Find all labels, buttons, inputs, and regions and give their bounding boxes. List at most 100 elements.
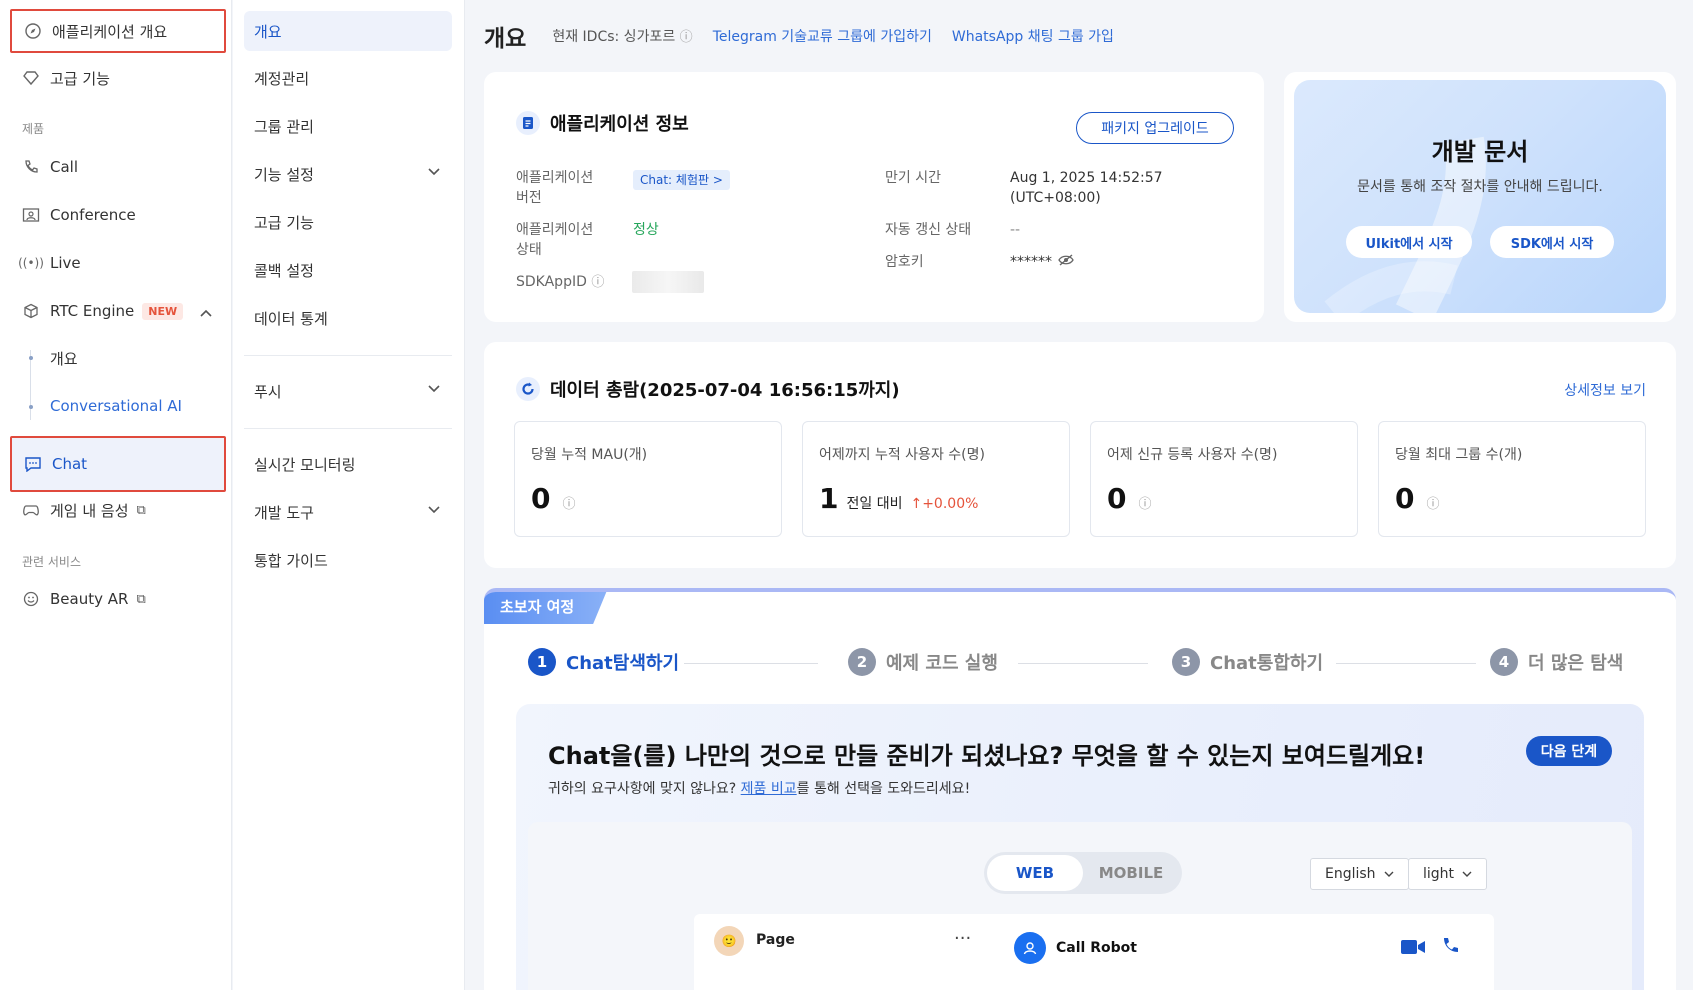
autorenew-label: 자동 갱신 상태 (885, 222, 972, 238)
stat-label: 당월 최대 그룹 수(개) (1395, 447, 1523, 463)
nav-item-feature-settings[interactable]: 기능 설정 (244, 154, 452, 194)
broadcast-icon: ((•)) (18, 256, 44, 270)
smile-icon (22, 590, 40, 608)
sidebar-item-beauty-ar[interactable]: Beauty AR ⧉ (10, 577, 226, 621)
sidebar-item-label: Chat (52, 455, 88, 473)
cube-icon (22, 302, 40, 320)
label-line: 버전 (516, 190, 542, 206)
whatsapp-link[interactable]: WhatsApp 채팅 그룹 가입 (952, 26, 1114, 46)
key-label: 암호키 (885, 254, 924, 270)
nav-item-callback[interactable]: 콜백 설정 (244, 250, 452, 290)
edition-badge[interactable]: Chat: 체험판 > (633, 170, 730, 190)
compare-products-link[interactable]: 제품 비교 (741, 781, 797, 797)
step-integrate-chat[interactable]: 3 Chat통합하기 (1172, 648, 1323, 676)
version-value[interactable]: Chat: 체험판 > (633, 170, 730, 190)
autorenew-value: -- (1010, 222, 1021, 238)
compare-label: 전일 대비 (846, 496, 903, 512)
step-explore-chat[interactable]: 1 Chat탐색하기 (528, 648, 679, 676)
stat-value: 0 (531, 482, 551, 515)
info-icon[interactable]: ⓘ (562, 493, 575, 512)
info-icon[interactable]: ⓘ (680, 30, 693, 45)
stat-value-row: 0 ⓘ (531, 482, 576, 515)
info-icon[interactable]: ⓘ (591, 275, 604, 290)
select-value: English (1325, 866, 1376, 882)
step-explore-more[interactable]: 4 더 많은 탐색 (1490, 648, 1623, 676)
nav-item-groups[interactable]: 그룹 관리 (244, 106, 452, 146)
label-line: 상태 (516, 242, 542, 258)
nav-item-advanced[interactable]: 고급 기능 (244, 202, 452, 242)
chevron-down-icon (428, 382, 440, 396)
voice-call-icon[interactable] (1440, 936, 1460, 960)
stat-value-row: 0 ⓘ (1107, 482, 1152, 515)
video-call-icon[interactable] (1400, 938, 1426, 960)
nav-item-label: 푸시 (254, 382, 282, 401)
sidebar-item-app-overview[interactable]: 애플리케이션 개요 (10, 9, 226, 53)
step-run-sample[interactable]: 2 예제 코드 실행 (848, 648, 998, 676)
chat-peer-name: Call Robot (1056, 940, 1137, 956)
step-number: 4 (1490, 648, 1518, 676)
sidebar-item-chat[interactable]: Chat (10, 436, 226, 492)
sidebar-item-rtc-engine[interactable]: RTC Engine NEW (10, 289, 226, 333)
sidebar-item-call[interactable]: Call (10, 145, 226, 189)
diamond-icon (22, 69, 40, 87)
chevron-down-icon (1384, 866, 1394, 882)
telegram-link[interactable]: Telegram 기술교류 그룹에 가입하기 (713, 26, 932, 46)
sidebar-subitem-conversational-ai[interactable]: Conversational AI (50, 397, 182, 415)
section-label-products: 제품 (22, 122, 45, 136)
sidebar-item-label: Beauty AR (50, 590, 129, 608)
view-details-link[interactable]: 상세정보 보기 (1564, 380, 1646, 400)
more-options-icon[interactable]: ··· (954, 928, 971, 949)
nav-item-monitoring[interactable]: 실시간 모니터링 (244, 444, 452, 484)
current-idc: 현재 IDCs: 싱가포르 ⓘ (552, 26, 692, 46)
stat-mau: 당월 누적 MAU(개) 0 ⓘ (514, 421, 782, 537)
nav-item-dev-tools[interactable]: 개발 도구 (244, 492, 452, 532)
decor-shape (1324, 136, 1486, 313)
platform-mobile-tab[interactable]: MOBILE (1083, 855, 1179, 891)
conversation-name: Page (756, 932, 795, 948)
sidebar-subitem-overview[interactable]: 개요 (50, 348, 78, 369)
chevron-up-icon[interactable] (200, 303, 212, 321)
expire-value: Aug 1, 2025 14:52:57 (UTC+08:00) (1010, 168, 1163, 208)
bullet-icon (29, 356, 33, 360)
step-label: 더 많은 탐색 (1528, 653, 1624, 674)
sidebar-item-label: Conference (50, 206, 136, 224)
sidebar-item-game-voice[interactable]: 게임 내 음성 ⧉ (10, 488, 226, 532)
key-masked: ****** (1010, 254, 1052, 270)
card-title-text: 데이터 총람(2025-07-04 16:56:15까지) (550, 380, 900, 401)
secondary-nav: 개요 계정관리 그룹 관리 기능 설정 고급 기능 콜백 설정 데이터 통계 푸… (233, 0, 465, 990)
chevron-down-icon (1462, 866, 1472, 882)
page-header: 개요 현재 IDCs: 싱가포르 ⓘ Telegram 기술교류 그룹에 가입하… (484, 18, 1114, 54)
chat-preview-window: 🙂 Page ··· Call Robot (694, 914, 1494, 990)
docs-subtitle: 문서를 통해 조작 절차를 안내해 드립니다. (1357, 179, 1603, 195)
nav-item-statistics[interactable]: 데이터 통계 (244, 298, 452, 338)
demo-preview: WEB MOBILE English light 🙂 Page ··· Call… (528, 822, 1632, 990)
step-connector (684, 663, 818, 664)
divider (244, 428, 452, 429)
divider (244, 355, 452, 356)
platform-web-tab[interactable]: WEB (987, 855, 1083, 891)
info-icon[interactable]: ⓘ (1426, 493, 1439, 512)
beginner-journey-card: 초보자 여정 1 Chat탐색하기 2 예제 코드 실행 3 Chat통합하기 4 더 … (484, 588, 1676, 990)
sidebar-item-conference[interactable]: Conference (10, 193, 226, 237)
start-sdk-button[interactable]: SDK에서 시작 (1490, 226, 1614, 258)
nav-item-overview[interactable]: 개요 (244, 11, 452, 51)
info-icon[interactable]: ⓘ (1138, 493, 1151, 512)
next-step-button[interactable]: 다음 단계 (1526, 736, 1612, 766)
sidebar-item-advanced[interactable]: 고급 기능 (10, 56, 226, 100)
language-select[interactable]: English (1310, 858, 1409, 890)
nav-item-accounts[interactable]: 계정관리 (244, 58, 452, 98)
nav-item-integration-guide[interactable]: 통합 가이드 (244, 540, 452, 580)
stat-value: 0 (1395, 482, 1415, 515)
step-connector (1018, 663, 1148, 664)
theme-select[interactable]: light (1408, 858, 1488, 890)
sidebar-item-label: 애플리케이션 개요 (52, 22, 168, 41)
sidebar-item-label: Call (50, 158, 79, 176)
nav-item-push[interactable]: 푸시 (244, 371, 452, 411)
change-value: ↑+0.00% (910, 496, 978, 512)
stat-new-users: 어제 신규 등록 사용자 수(명) 0 ⓘ (1090, 421, 1358, 537)
upgrade-package-button[interactable]: 패키지 업그레이드 (1076, 112, 1234, 144)
compass-icon (24, 22, 42, 40)
start-uikit-button[interactable]: UIkit에서 시작 (1346, 226, 1472, 258)
eye-off-icon[interactable] (1058, 252, 1074, 272)
sidebar-item-live[interactable]: ((•)) Live (10, 241, 226, 285)
